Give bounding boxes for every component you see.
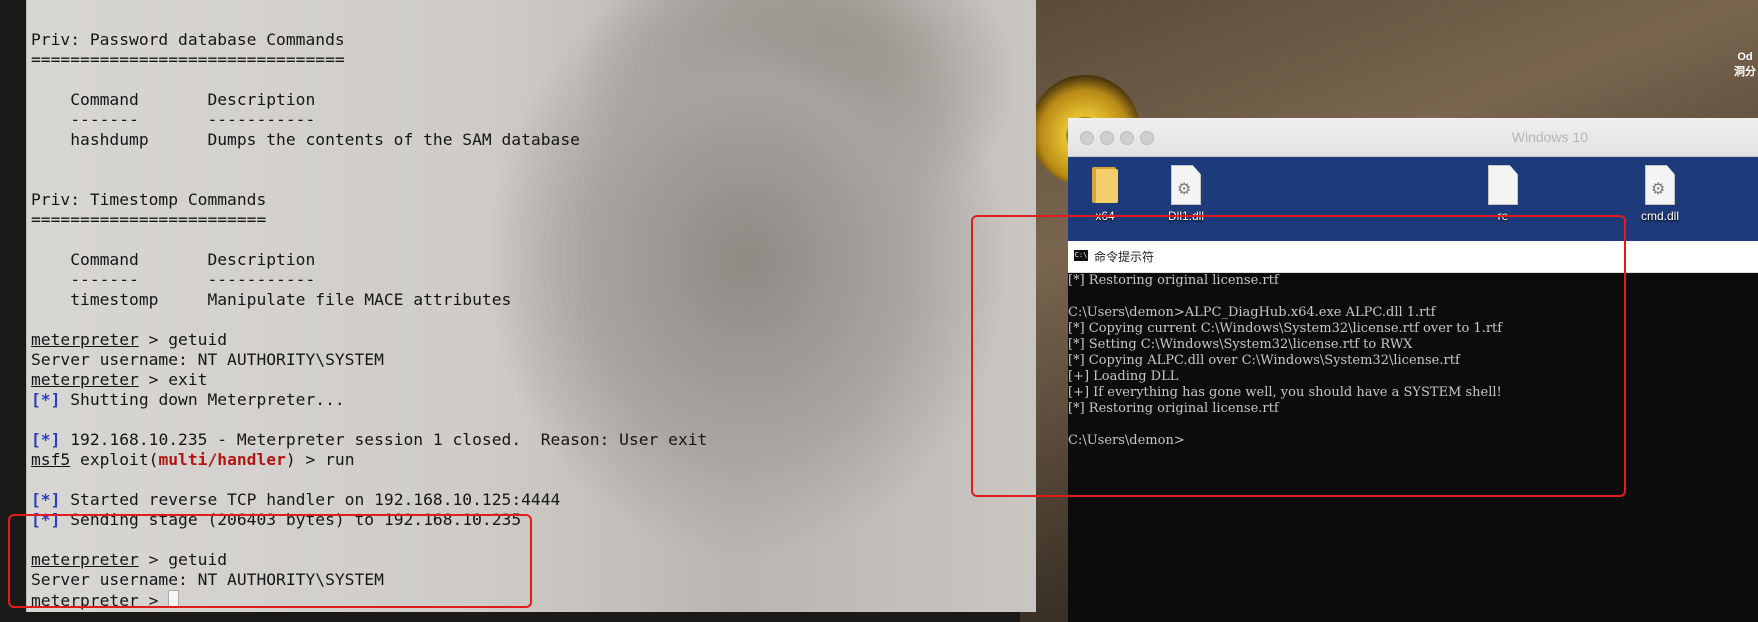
terminal-text: meterpreter	[31, 330, 139, 349]
terminal-text: meterpreter	[31, 370, 139, 389]
terminal-line: ================================	[31, 50, 707, 70]
desktop-icon-label: cmd.dll	[1640, 209, 1679, 223]
dll-file-icon: ⚙	[1645, 165, 1675, 205]
terminal-text: Server username: NT AUTHORITY\SYSTEM	[31, 350, 384, 369]
clock-line-1: Od	[1737, 51, 1753, 63]
terminal-text: [*]	[31, 390, 61, 409]
terminal-line: timestomp Manipulate file MACE attribute…	[31, 290, 707, 310]
dll-file-icon: ⚙	[1171, 165, 1201, 205]
terminal-line: [*] Shutting down Meterpreter...	[31, 390, 707, 410]
terminal-line: meterpreter > getuid	[31, 330, 707, 350]
terminal-text: ================================	[31, 50, 345, 69]
desktop-icon-cmd-dll[interactable]: ⚙ cmd.dll	[1625, 165, 1695, 223]
terminal-line: meterpreter > exit	[31, 370, 707, 390]
vm-title: Windows 10	[1511, 129, 1588, 145]
terminal-text: Command Description	[31, 250, 316, 269]
terminal-text: multi/handler	[158, 450, 286, 469]
terminal-text: ========================	[31, 210, 267, 229]
terminal-line: [*] Started reverse TCP handler on 192.1…	[31, 490, 707, 510]
terminal-line: msf5 exploit(multi/handler) > run	[31, 450, 707, 470]
menubar-clock: Od 洞分	[1732, 50, 1758, 80]
terminal-line: Command Description	[31, 250, 707, 270]
terminal-line: Priv: Password database Commands	[31, 30, 707, 50]
terminal-text: > exit	[138, 370, 208, 389]
terminal-text: 192.168.10.235 - Meterpreter session 1 c…	[60, 430, 708, 449]
terminal-text: Priv: Timestomp Commands	[31, 190, 267, 209]
terminal-text: > getuid	[138, 330, 228, 349]
terminal-line: hashdump Dumps the contents of the SAM d…	[31, 130, 707, 150]
terminal-text: ------- -----------	[31, 110, 316, 129]
terminal-text: exploit(	[70, 450, 159, 469]
terminal-text: [*]	[31, 430, 61, 449]
terminal-text: ------- -----------	[31, 270, 316, 289]
terminal-line: Priv: Timestomp Commands	[31, 190, 707, 210]
terminal-text: timestomp Manipulate file MACE attribute…	[31, 290, 512, 309]
terminal-text: [*]	[31, 490, 61, 509]
terminal-line: Command Description	[31, 90, 707, 110]
terminal-line: ========================	[31, 210, 707, 230]
annotation-box-getuid	[8, 514, 532, 608]
vm-titlebar[interactable]: Windows 10	[1068, 118, 1758, 157]
terminal-text: ) > run	[285, 450, 355, 469]
annotation-box-cmd	[971, 215, 1626, 497]
terminal-text: msf5	[31, 450, 71, 469]
file-icon	[1488, 165, 1518, 205]
terminal-text: Started reverse TCP handler on 192.168.1…	[60, 490, 561, 509]
terminal-text: Priv: Password database Commands	[31, 30, 345, 49]
clock-line-2: 洞分	[1734, 66, 1756, 78]
terminal-text: Command Description	[31, 90, 316, 109]
terminal-line: Server username: NT AUTHORITY\SYSTEM	[31, 350, 707, 370]
folder-icon	[1090, 165, 1120, 205]
terminal-text: Shutting down Meterpreter...	[60, 390, 345, 409]
terminal-text: hashdump Dumps the contents of the SAM d…	[31, 130, 580, 149]
terminal-line: ------- -----------	[31, 110, 707, 130]
terminal-line: ------- -----------	[31, 270, 707, 290]
terminal-line: [*] 192.168.10.235 - Meterpreter session…	[31, 430, 707, 450]
